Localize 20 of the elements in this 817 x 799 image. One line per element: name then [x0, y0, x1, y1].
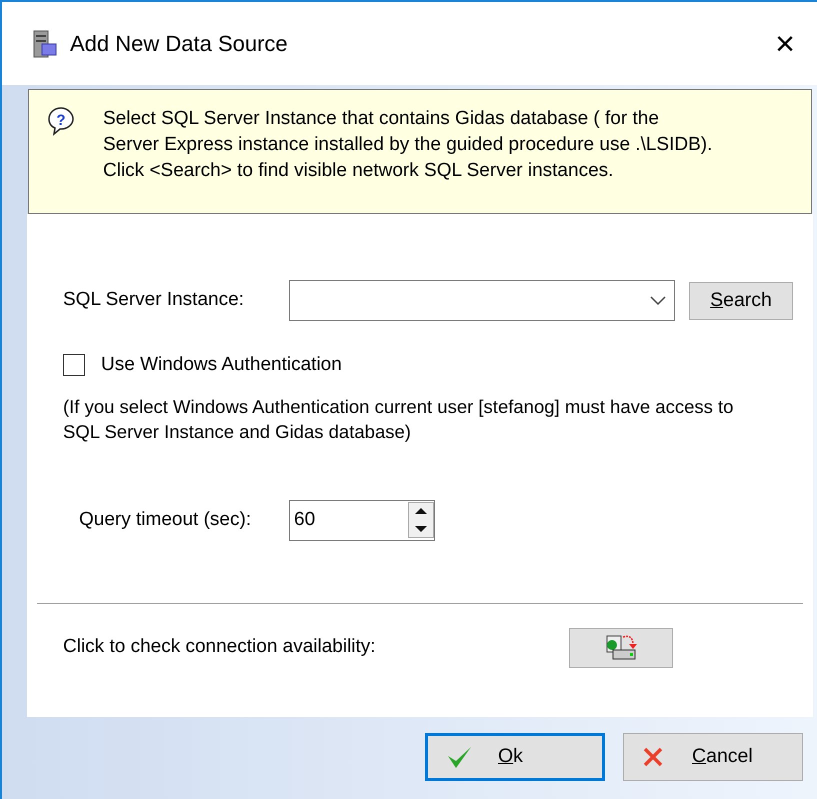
info-text: Select SQL Server Instance that contains Gidas database ( for the Server Express instance installed by the guided procedure use .\LSIDB). Click <Search> to find visible network SQL Server instances.	[103, 107, 714, 183]
app-icon	[32, 28, 58, 58]
instance-combo[interactable]	[289, 280, 675, 321]
check-connection-button[interactable]	[569, 628, 673, 668]
checkbox[interactable]	[63, 354, 85, 376]
checkmark-icon	[446, 744, 472, 770]
field-label: SQL Server Instance:	[63, 288, 245, 312]
close-button[interactable]: ×	[767, 26, 803, 60]
spinner-value: 60	[293, 508, 316, 532]
chevron-icon	[650, 296, 666, 306]
cancel-button[interactable]: Cancel	[623, 733, 803, 781]
check-label: Click to check connection availability:	[63, 635, 377, 660]
search-button[interactable]: Search	[689, 282, 793, 320]
auth-note: (If you select Windows Authentication current user [stefanog] must have access to SQL Server Instance and Gidas database)	[63, 394, 734, 444]
ok-button[interactable]: Ok	[425, 733, 605, 781]
field-label: Query timeout (sec):	[79, 508, 252, 532]
window-title: Add New Data Source	[70, 30, 288, 58]
checkbox-label: Use Windows Authentication	[101, 353, 342, 377]
timeout-spinner[interactable]: 60	[289, 500, 435, 540]
spin-arrows-icon	[408, 502, 434, 538]
